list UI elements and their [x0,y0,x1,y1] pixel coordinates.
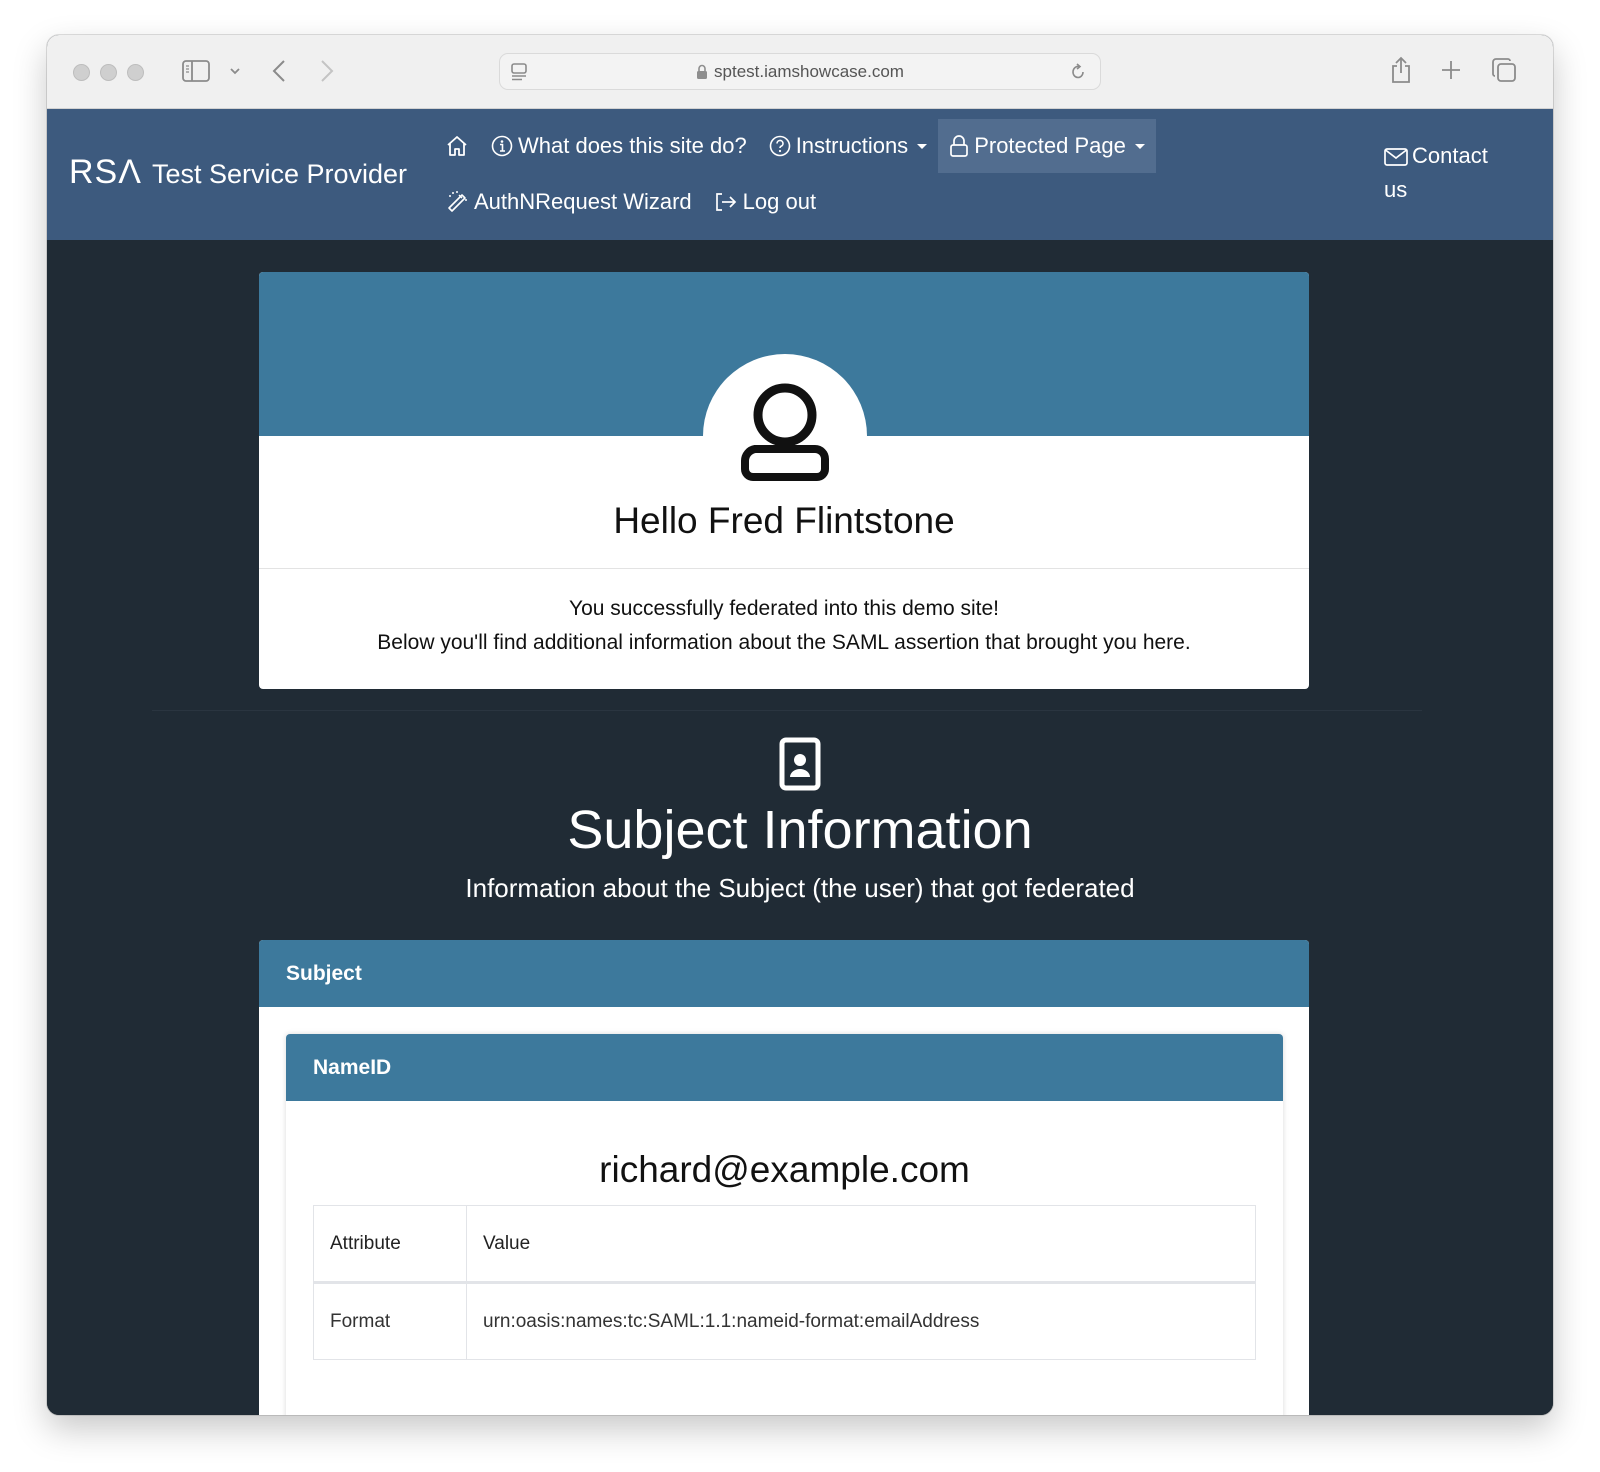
welcome-line-2: Below you'll find additional information… [377,631,1191,654]
subject-card: Subject NameID richard@example.com Attri… [259,940,1309,1415]
address-bar[interactable]: sptest.iamshowcase.com [499,53,1101,90]
window-controls [73,64,144,81]
table-header-row: Attribute Value [313,1205,1256,1284]
section-title: Subject Information [567,800,1033,860]
user-icon [733,379,837,518]
sidebar-icon[interactable] [182,59,210,83]
nav-instructions-dropdown[interactable]: Instructions [758,119,939,173]
welcome-title: Hello Fred Flintstone [613,500,955,541]
nav-label: Protected Page [974,133,1126,158]
rsa-logo: RSΛ [69,153,142,191]
welcome-line-1: You successfully federated into this dem… [569,597,999,620]
caret-down-icon [1134,143,1145,149]
browser-window: sptest.iamshowcase.com RSΛ Test Service … [47,35,1553,1415]
nameid-card: NameID richard@example.com Attribute Val… [286,1034,1283,1415]
reload-icon[interactable] [1068,62,1088,82]
url-text: sptest.iamshowcase.com [714,61,904,81]
share-icon[interactable] [1389,55,1413,85]
nav-contact-us[interactable]: Contact us [1384,139,1514,207]
column-header-attribute: Attribute [313,1205,467,1284]
section-divider [152,710,1422,711]
site-navbar: RSΛ Test Service Provider What does this… [47,109,1553,240]
contact-card-icon [47,737,1553,791]
welcome-card: Hello Fred Flintstone You successfully f… [259,272,1309,689]
attribute-cell: Format [313,1282,467,1360]
plus-icon[interactable] [1440,59,1462,81]
nav-label: Log out [742,189,817,214]
lock-icon [696,64,708,79]
nav-label: AuthNRequest Wizard [474,189,692,214]
divider [259,568,1309,569]
forward-icon[interactable] [317,57,337,85]
nameid-attribute-table: Attribute Value Format urn:oasis:names:t… [313,1205,1256,1360]
question-icon [769,135,791,157]
avatar [703,354,867,518]
back-icon[interactable] [269,57,289,85]
info-icon [491,135,513,157]
section-subtitle: Information about the Subject (the user)… [465,873,1135,903]
close-window-button[interactable] [73,64,90,81]
browser-toolbar: sptest.iamshowcase.com [47,35,1553,109]
chevron-down-icon[interactable] [227,62,243,80]
nav-label: Instructions [795,133,909,158]
nav-log-out[interactable]: Log out [703,175,827,229]
caret-down-icon [917,143,928,149]
value-cell: urn:oasis:names:tc:SAML:1.1:nameid-forma… [466,1282,1256,1360]
subject-card-header: Subject [259,940,1309,1007]
logout-icon [714,192,738,212]
lock-icon [949,134,969,158]
nav-protected-page-dropdown[interactable]: Protected Page [938,119,1156,173]
column-header-value: Value [466,1205,1256,1284]
brand-link[interactable]: RSΛ Test Service Provider [69,153,407,192]
nav-home[interactable] [434,119,480,173]
welcome-message: You successfully federated into this dem… [259,592,1309,660]
tabs-icon[interactable] [1491,57,1517,83]
nav-what-does-this-site-do[interactable]: What does this site do? [480,119,758,173]
page-content: Hello Fred Flintstone You successfully f… [47,240,1553,1415]
reader-icon[interactable] [510,63,528,81]
subject-section-header: Subject Information Information about th… [47,737,1553,904]
envelope-icon [1384,143,1412,168]
brand-name: Test Service Provider [151,159,408,189]
zoom-window-button[interactable] [127,64,144,81]
magic-wand-icon [445,190,469,214]
minimize-window-button[interactable] [100,64,117,81]
nameid-card-header: NameID [286,1034,1283,1101]
nameid-value: richard@example.com [599,1149,970,1190]
table-row: Format urn:oasis:names:tc:SAML:1.1:namei… [313,1282,1256,1360]
nav-label: What does this site do? [518,133,747,158]
home-icon [445,135,469,157]
nav-authnrequest-wizard[interactable]: AuthNRequest Wizard [434,175,703,229]
